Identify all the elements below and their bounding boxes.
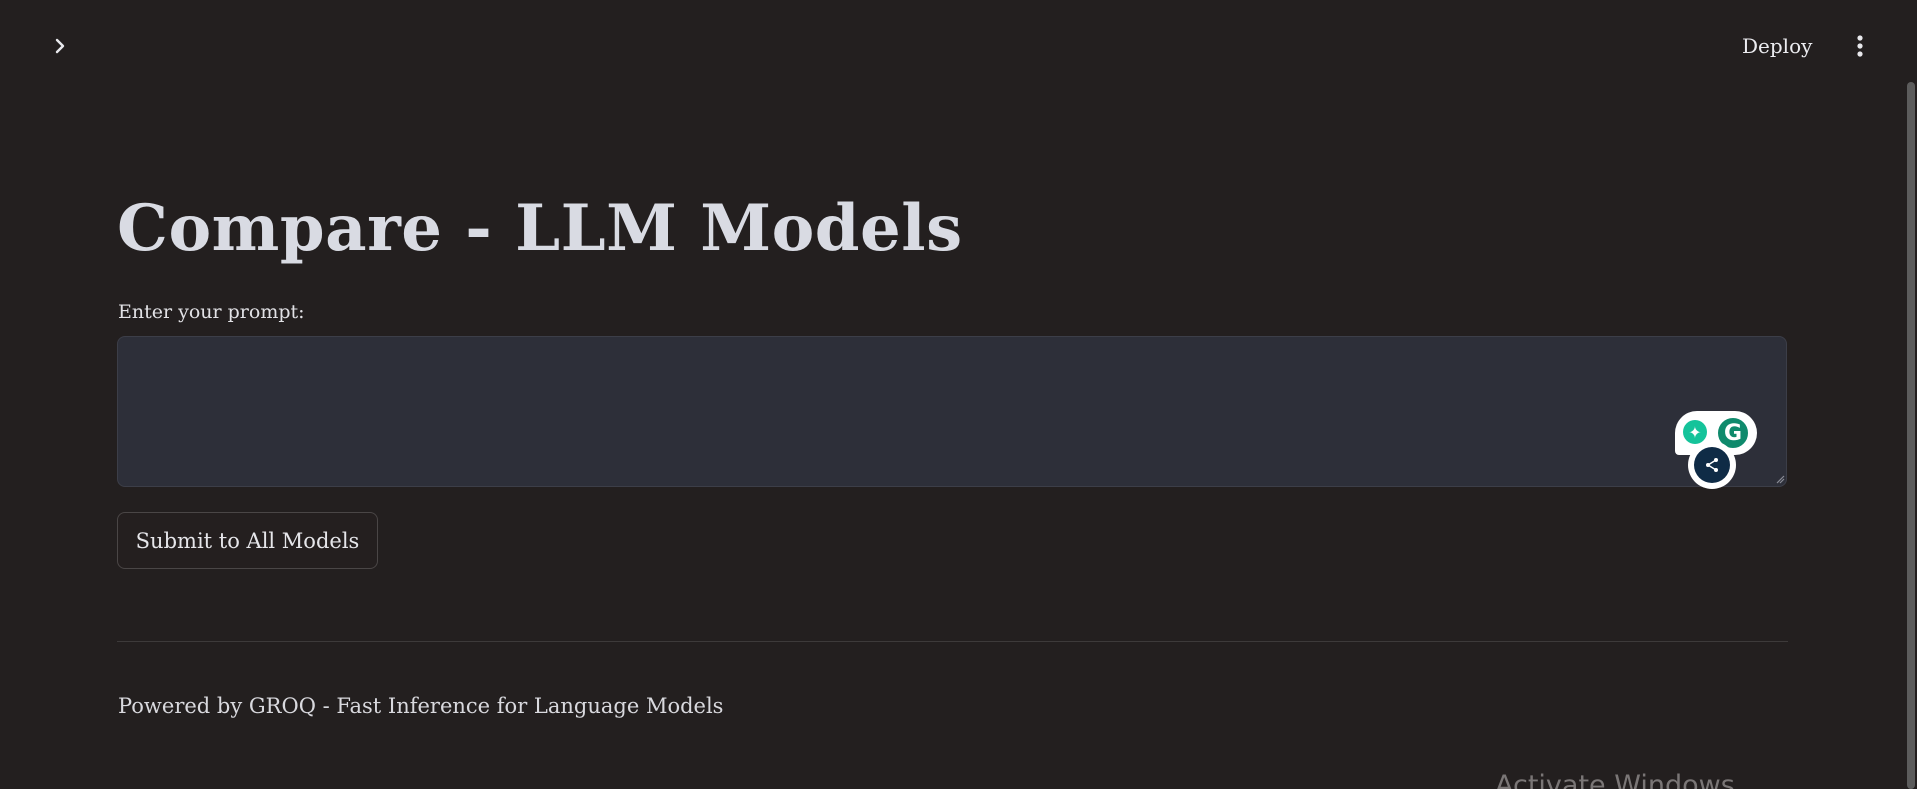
resize-handle-icon[interactable] bbox=[1775, 474, 1785, 484]
main-menu-button[interactable] bbox=[1846, 30, 1874, 62]
scrollbar[interactable] bbox=[1905, 0, 1917, 789]
submit-all-models-button[interactable]: Submit to All Models bbox=[117, 512, 378, 569]
windows-activation-watermark: Activate Windows bbox=[1495, 770, 1735, 789]
extension-widgets: ✦ G bbox=[1675, 411, 1759, 489]
footer-caption: Powered by GROQ - Fast Inference for Lan… bbox=[118, 694, 724, 718]
deploy-button[interactable]: Deploy bbox=[1742, 32, 1812, 60]
prompt-input[interactable] bbox=[117, 336, 1787, 487]
ai-spark-glyph: ✦ bbox=[1688, 422, 1702, 442]
app-page: Deploy Compare - LLM Models Enter your p… bbox=[0, 0, 1917, 789]
deepl-share-icon bbox=[1706, 458, 1718, 472]
more-vertical-icon bbox=[1857, 35, 1863, 57]
expand-sidebar-button[interactable] bbox=[44, 30, 76, 62]
grammarly-ai-icon[interactable]: ✦ bbox=[1683, 420, 1707, 444]
prompt-label: Enter your prompt: bbox=[118, 301, 305, 323]
divider bbox=[117, 641, 1788, 642]
deepl-icon[interactable] bbox=[1688, 441, 1736, 489]
grammarly-letter: G bbox=[1723, 420, 1743, 446]
page-title: Compare - LLM Models bbox=[117, 191, 963, 266]
chevron-right-icon bbox=[55, 38, 65, 54]
deepl-badge bbox=[1694, 447, 1730, 483]
scrollbar-thumb[interactable] bbox=[1907, 82, 1915, 789]
